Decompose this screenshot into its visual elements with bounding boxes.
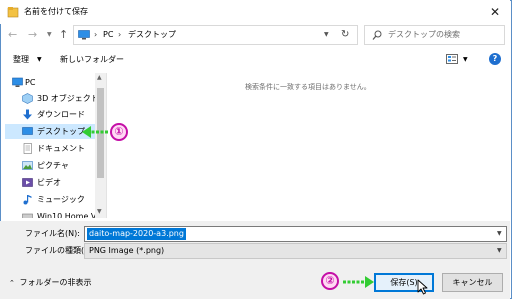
green-arrow-icon — [343, 276, 374, 288]
sidebar-item-documents[interactable]: ドキュメント — [5, 141, 97, 156]
window-title: 名前を付けて保存 — [24, 7, 88, 16]
filetype-chevron-icon[interactable]: ▼ — [497, 245, 502, 257]
pane-divider[interactable] — [106, 73, 107, 218]
sidebar-item-label: ピクチャ — [37, 161, 69, 170]
download-icon — [23, 109, 32, 120]
address-dropdown-chevron-icon[interactable]: ▼ — [324, 29, 329, 41]
hide-folders-label: フォルダーの非表示 — [19, 278, 92, 287]
scroll-up-icon[interactable]: ▲ — [97, 74, 102, 82]
filetype-select[interactable]: PNG Image (*.png) ▼ — [84, 243, 507, 259]
filename-chevron-icon[interactable]: ▼ — [497, 228, 502, 240]
3d-objects-icon — [22, 93, 33, 104]
app-icon — [7, 7, 19, 18]
sidebar-item-label: ダウンロード — [37, 110, 85, 119]
recent-locations-chevron-icon[interactable]: ▼ — [47, 29, 55, 41]
search-placeholder: デスクトップの検索 — [388, 30, 460, 39]
sidebar-item-pictures[interactable]: ピクチャ — [5, 158, 97, 173]
sidebar-item-label: Win10 Home Ve — [37, 212, 97, 218]
filename-value[interactable]: daito-map-2020-a3.png — [87, 228, 186, 240]
breadcrumb-separator: › — [118, 30, 122, 39]
sidebar-item-videos[interactable]: ビデオ — [5, 175, 97, 190]
scroll-down-icon[interactable]: ▼ — [97, 208, 102, 216]
up-arrow-icon[interactable]: ↑ — [59, 28, 71, 41]
music-icon — [23, 195, 32, 205]
command-bar: 整理 ▼ 新しいフォルダー ▼ ? — [0, 49, 510, 71]
sidebar-item-pc[interactable]: PC — [5, 75, 97, 90]
refresh-icon[interactable]: ↻ — [341, 28, 349, 41]
cancel-button[interactable]: キャンセル — [442, 273, 503, 292]
pc-icon — [12, 77, 23, 87]
hide-folders-toggle[interactable]: ⌃ フォルダーの非表示 — [9, 277, 92, 289]
sidebar-item-music[interactable]: ミュージック — [5, 192, 97, 207]
search-icon — [372, 30, 382, 40]
sidebar-item-drive[interactable]: Win10 Home Ve — [5, 209, 97, 218]
step-1-badge: ① — [110, 123, 128, 141]
sidebar-item-label: PC — [25, 78, 36, 87]
sidebar-item-label: デスクトップ — [37, 127, 85, 136]
chevron-up-icon: ⌃ — [9, 279, 15, 287]
step-2-badge: ② — [321, 272, 339, 290]
organize-chevron-icon[interactable]: ▼ — [37, 54, 42, 66]
sidebar-item-label: ドキュメント — [37, 144, 85, 153]
videos-icon — [22, 178, 33, 187]
desktop-icon — [22, 127, 33, 135]
close-button[interactable]: ✕ — [485, 3, 505, 21]
organize-button[interactable]: 整理 — [13, 54, 29, 66]
help-button[interactable]: ? — [489, 53, 501, 65]
sidebar-item-downloads[interactable]: ダウンロード — [5, 107, 97, 122]
breadcrumb-desktop[interactable]: デスクトップ — [128, 29, 176, 41]
address-bar[interactable]: › PC › デスクトップ ▼ ↻ — [73, 25, 358, 45]
pictures-icon — [22, 161, 33, 170]
sidebar-item-label: ビデオ — [37, 178, 61, 187]
pc-icon — [78, 30, 90, 40]
filename-input[interactable]: daito-map-2020-a3.png ▼ — [84, 226, 507, 242]
new-folder-button[interactable]: 新しいフォルダー — [60, 54, 124, 66]
breadcrumb-separator: › — [94, 30, 98, 39]
search-box[interactable]: デスクトップの検索 — [364, 25, 505, 45]
empty-folder-message: 検索条件に一致する項目はありません。 — [245, 83, 371, 91]
documents-icon — [23, 143, 32, 154]
sidebar-item-label: 3D オブジェクト — [37, 94, 97, 103]
navigation-pane: PC 3D オブジェクト ダウンロード デスクトップ ドキュメント ピクチャ ビ… — [5, 73, 106, 218]
green-arrow-icon — [82, 126, 108, 138]
view-options-icon[interactable] — [446, 54, 458, 64]
forward-arrow-icon[interactable]: → — [28, 29, 40, 41]
filetype-value: PNG Image (*.png) — [89, 246, 165, 255]
mouse-cursor-icon — [417, 279, 428, 295]
title-bar: 名前を付けて保存 ✕ — [0, 0, 510, 24]
sidebar-item-3d-objects[interactable]: 3D オブジェクト — [5, 91, 97, 106]
drive-icon — [22, 213, 33, 218]
filename-label: ファイル名(N): — [25, 229, 80, 238]
sidebar-item-label: ミュージック — [37, 195, 85, 204]
back-arrow-icon[interactable]: ← — [8, 29, 20, 41]
view-chevron-icon[interactable]: ▼ — [463, 54, 468, 66]
breadcrumb-pc[interactable]: PC — [103, 29, 113, 41]
